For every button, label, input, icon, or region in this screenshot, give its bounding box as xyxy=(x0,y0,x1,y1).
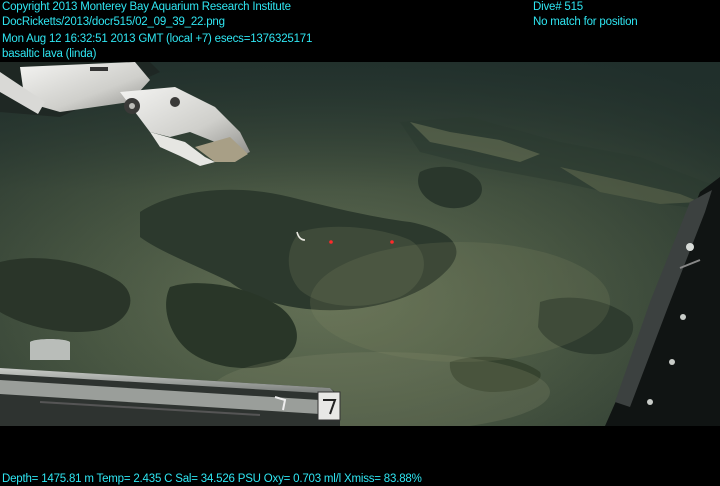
laser-dot xyxy=(390,240,394,244)
laser-dot xyxy=(329,240,333,244)
rov-frame-grab: Copyright 2013 Monterey Bay Aquarium Res… xyxy=(0,0,720,486)
timestamp-text: Mon Aug 12 16:32:51 2013 GMT (local +7) … xyxy=(2,33,313,45)
sensor-readout-text: Depth= 1475.81 m Temp= 2.435 C Sal= 34.5… xyxy=(2,473,422,485)
dive-number-text: Dive# 515 xyxy=(533,1,583,13)
copyright-text: Copyright 2013 Monterey Bay Aquarium Res… xyxy=(2,1,291,13)
seafloor-scene xyxy=(0,62,720,426)
file-path-text: DocRicketts/2013/docr515/02_09_39_22.png xyxy=(2,16,225,28)
position-status-text: No match for position xyxy=(533,16,638,28)
annotation-text: basaltic lava (linda) xyxy=(2,48,97,60)
seafloor-video-frame xyxy=(0,62,720,426)
